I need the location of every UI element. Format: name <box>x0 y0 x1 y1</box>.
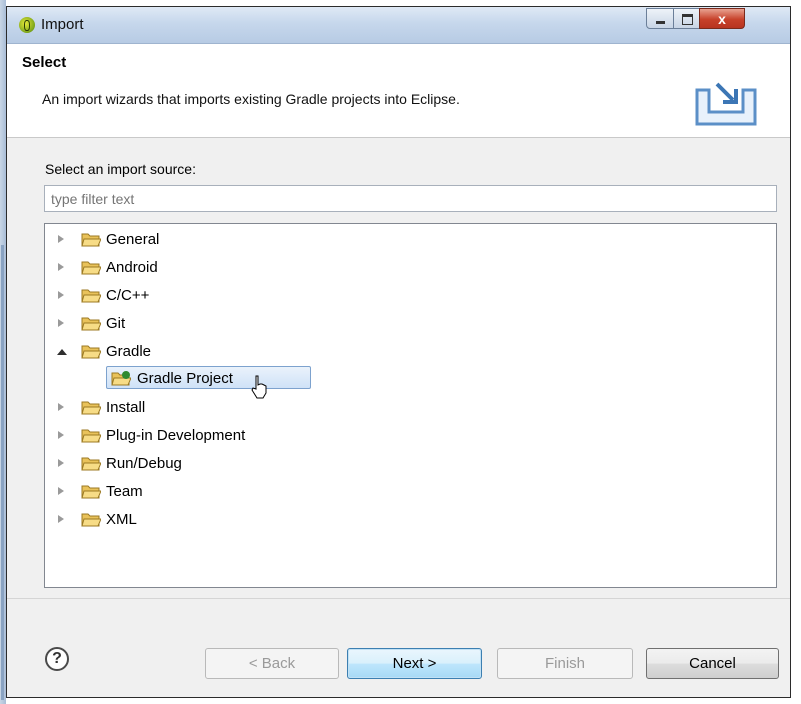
folder-icon <box>81 317 101 331</box>
folder-icon <box>81 401 101 415</box>
eclipse-icon <box>19 17 35 33</box>
mouse-pointer-icon <box>251 375 267 399</box>
tree-item-cpp[interactable]: C/C++ <box>45 283 776 309</box>
expand-arrow-icon[interactable] <box>58 515 64 523</box>
tree-item-label: Team <box>106 483 143 500</box>
window-title: Import <box>41 16 84 33</box>
folder-icon <box>81 485 101 499</box>
maximize-button[interactable] <box>673 8 700 29</box>
tree-item-xml[interactable]: XML <box>45 507 776 533</box>
tree-item-label: General <box>106 231 160 248</box>
tree-item-label: Gradle Project <box>137 370 233 387</box>
close-icon: x <box>718 11 726 27</box>
folder-icon <box>81 429 101 443</box>
footer-separator <box>7 598 790 599</box>
finish-button[interactable]: Finish <box>497 648 633 679</box>
tree-item-android[interactable]: Android <box>45 255 776 281</box>
tree-item-label: Android <box>106 259 158 276</box>
tree-item-gradle[interactable]: Gradle <box>45 339 776 365</box>
folder-icon <box>81 289 101 303</box>
expand-arrow-icon[interactable] <box>58 263 64 271</box>
back-button[interactable]: < Back <box>205 648 339 679</box>
page-title: Select <box>22 54 67 71</box>
tree-item-general[interactable]: General <box>45 227 776 253</box>
wizard-header: Select An import wizards that imports ex… <box>7 44 790 138</box>
expand-arrow-icon[interactable] <box>58 235 64 243</box>
tree-item-git[interactable]: Git <box>45 311 776 337</box>
cancel-button[interactable]: Cancel <box>646 648 779 679</box>
tree-item-label: C/C++ <box>106 287 150 304</box>
tree-item-team[interactable]: Team <box>45 479 776 505</box>
import-tray-icon <box>695 82 757 126</box>
tree-item-label: XML <box>106 511 137 528</box>
tree-item-label: Install <box>106 399 146 416</box>
tree-item-plugin-development[interactable]: Plug-in Development <box>45 423 776 449</box>
tree-item-label: Gradle <box>106 343 152 360</box>
page-description: An import wizards that imports existing … <box>42 91 460 107</box>
tree-item-run-debug[interactable]: Run/Debug <box>45 451 776 477</box>
tree-item-install[interactable]: Install <box>45 395 776 421</box>
collapse-arrow-icon[interactable] <box>57 349 67 355</box>
expand-arrow-icon[interactable] <box>58 403 64 411</box>
folder-icon <box>81 233 101 247</box>
tree-item-label: Run/Debug <box>106 455 182 472</box>
expand-arrow-icon[interactable] <box>58 319 64 327</box>
minimize-button[interactable] <box>646 8 674 29</box>
help-icon[interactable]: ? <box>45 647 69 671</box>
folder-icon <box>81 457 101 471</box>
filter-input[interactable] <box>44 185 777 212</box>
tree-item-label: Plug-in Development <box>106 427 246 444</box>
expand-arrow-icon[interactable] <box>58 291 64 299</box>
folder-icon <box>81 345 101 359</box>
gradle-project-icon <box>111 371 131 386</box>
import-dialog: Import x Select An import wizards that i… <box>6 6 791 698</box>
title-bar[interactable]: Import x <box>7 7 790 44</box>
tree-item-gradle-project[interactable]: Gradle Project <box>45 366 776 392</box>
expand-arrow-icon[interactable] <box>58 459 64 467</box>
close-button[interactable]: x <box>699 8 745 29</box>
import-source-label: Select an import source: <box>45 161 196 177</box>
wizard-content: Select an import source: General Android… <box>7 138 790 598</box>
import-source-tree[interactable]: General Android C/C++ Git Gradle Gradle … <box>44 223 777 588</box>
expand-arrow-icon[interactable] <box>58 431 64 439</box>
folder-icon <box>81 261 101 275</box>
next-button[interactable]: Next > <box>347 648 482 679</box>
folder-icon <box>81 513 101 527</box>
expand-arrow-icon[interactable] <box>58 487 64 495</box>
tree-item-label: Git <box>106 315 126 332</box>
